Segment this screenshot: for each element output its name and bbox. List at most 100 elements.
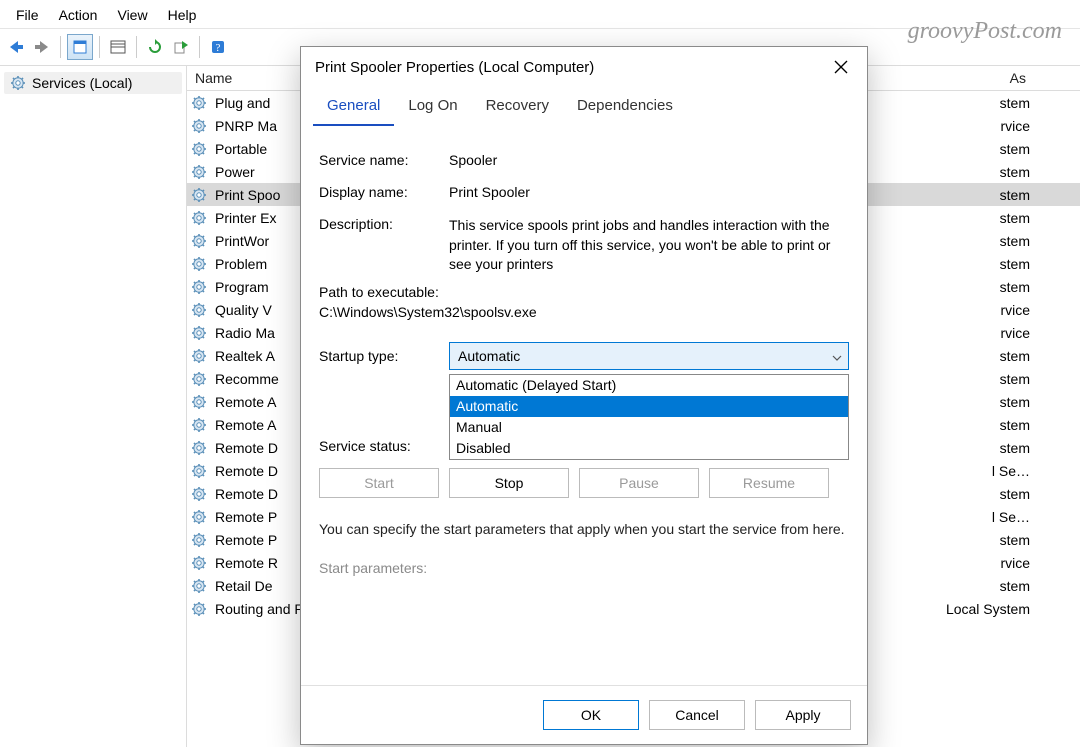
tree-item-services-local[interactable]: Services (Local) xyxy=(4,72,182,94)
back-button[interactable] xyxy=(4,35,28,59)
label-service-name: Service name: xyxy=(319,152,449,168)
startup-type-combobox[interactable]: Automatic xyxy=(449,342,849,370)
apply-button[interactable]: Apply xyxy=(755,700,851,730)
label-path: Path to executable: xyxy=(319,284,849,300)
start-button: Start xyxy=(319,468,439,498)
toolbar-separator xyxy=(199,36,200,58)
properties-icon xyxy=(72,39,88,55)
toolbar-separator xyxy=(60,36,61,58)
startup-type-selected-value: Automatic xyxy=(458,348,520,364)
arrow-left-icon xyxy=(7,38,25,56)
tab-general[interactable]: General xyxy=(313,87,394,126)
gear-icon xyxy=(191,555,207,571)
service-name-cell: Remote P xyxy=(215,532,277,548)
value-description: This service spools print jobs and handl… xyxy=(449,216,849,274)
panel-icon xyxy=(110,39,126,55)
service-name-cell: Remote A xyxy=(215,394,276,410)
menu-action[interactable]: Action xyxy=(49,5,108,25)
menu-view[interactable]: View xyxy=(107,5,157,25)
refresh-icon xyxy=(147,39,163,55)
dialog-tabs: General Log On Recovery Dependencies xyxy=(301,87,867,126)
resume-button: Resume xyxy=(709,468,829,498)
cancel-button[interactable]: Cancel xyxy=(649,700,745,730)
startup-type-dropdown[interactable]: Automatic (Delayed Start) Automatic Manu… xyxy=(449,374,849,460)
export-icon xyxy=(173,39,189,55)
gear-icon xyxy=(191,118,207,134)
watermark-text: groovyPost.com xyxy=(908,18,1062,45)
export-button[interactable] xyxy=(169,35,193,59)
gear-icon xyxy=(191,486,207,502)
gear-icon xyxy=(191,532,207,548)
gear-icon xyxy=(191,417,207,433)
option-disabled[interactable]: Disabled xyxy=(450,438,848,459)
gear-icon xyxy=(191,509,207,525)
label-description: Description: xyxy=(319,216,449,274)
service-name-cell: Program xyxy=(215,279,269,295)
value-path: C:\Windows\System32\spoolsv.exe xyxy=(319,304,849,320)
service-name-cell: Recomme xyxy=(215,371,279,387)
svg-text:?: ? xyxy=(216,42,221,54)
chevron-down-icon xyxy=(832,348,842,364)
label-display-name: Display name: xyxy=(319,184,449,200)
refresh-button[interactable] xyxy=(143,35,167,59)
label-service-status: Service status: xyxy=(319,438,449,454)
service-name-cell: Retail De xyxy=(215,578,273,594)
pause-button: Pause xyxy=(579,468,699,498)
service-name-cell: PrintWor xyxy=(215,233,269,249)
value-service-name: Spooler xyxy=(449,152,849,168)
label-startup-type: Startup type: xyxy=(319,348,449,364)
service-name-cell: Remote R xyxy=(215,555,278,571)
service-name-cell: Power xyxy=(215,164,255,180)
gear-icon xyxy=(191,256,207,272)
service-name-cell: Remote D xyxy=(215,463,278,479)
close-icon xyxy=(834,60,848,74)
gear-icon xyxy=(191,279,207,295)
service-name-cell: Radio Ma xyxy=(215,325,275,341)
gear-icon xyxy=(191,302,207,318)
tab-dependencies[interactable]: Dependencies xyxy=(563,87,687,126)
dialog-body: Service name: Spooler Display name: Prin… xyxy=(301,126,867,685)
gear-icon xyxy=(191,325,207,341)
label-start-parameters: Start parameters: xyxy=(319,560,449,576)
menu-help[interactable]: Help xyxy=(158,5,207,25)
gear-icon xyxy=(191,233,207,249)
gear-icon xyxy=(191,187,207,203)
service-name-cell: PNRP Ma xyxy=(215,118,277,134)
tab-logon[interactable]: Log On xyxy=(394,87,471,126)
tab-recovery[interactable]: Recovery xyxy=(472,87,563,126)
dialog-footer: OK Cancel Apply xyxy=(301,685,867,744)
service-name-cell: Realtek A xyxy=(215,348,275,364)
option-automatic[interactable]: Automatic xyxy=(450,396,848,417)
service-name-cell: Remote P xyxy=(215,509,277,525)
dialog-title: Print Spooler Properties (Local Computer… xyxy=(315,59,825,76)
close-button[interactable] xyxy=(825,51,857,83)
gear-icon xyxy=(191,348,207,364)
gear-icon xyxy=(191,463,207,479)
properties-dialog: Print Spooler Properties (Local Computer… xyxy=(300,46,868,745)
show-hide-button[interactable] xyxy=(106,35,130,59)
forward-button[interactable] xyxy=(30,35,54,59)
start-params-hint: You can specify the start parameters tha… xyxy=(319,520,849,540)
service-name-cell: Portable xyxy=(215,141,267,157)
gear-icon xyxy=(191,578,207,594)
menu-file[interactable]: File xyxy=(6,5,49,25)
help-button[interactable]: ? xyxy=(206,35,230,59)
value-display-name: Print Spooler xyxy=(449,184,849,200)
gear-icon xyxy=(191,440,207,456)
service-name-cell: Remote D xyxy=(215,486,278,502)
properties-button[interactable] xyxy=(67,34,93,60)
option-automatic-delayed[interactable]: Automatic (Delayed Start) xyxy=(450,375,848,396)
help-icon: ? xyxy=(210,39,226,55)
column-logon[interactable]: As xyxy=(849,67,1080,89)
stop-button[interactable]: Stop xyxy=(449,468,569,498)
gear-icon xyxy=(10,75,26,91)
tree-item-label: Services (Local) xyxy=(32,75,132,91)
service-name-cell: Remote D xyxy=(215,440,278,456)
dialog-titlebar[interactable]: Print Spooler Properties (Local Computer… xyxy=(301,47,867,87)
option-manual[interactable]: Manual xyxy=(450,417,848,438)
ok-button[interactable]: OK xyxy=(543,700,639,730)
service-name-cell: Plug and xyxy=(215,95,270,111)
service-name-cell: Printer Ex xyxy=(215,210,276,226)
service-name-cell: Print Spoo xyxy=(215,187,280,203)
gear-icon xyxy=(191,95,207,111)
